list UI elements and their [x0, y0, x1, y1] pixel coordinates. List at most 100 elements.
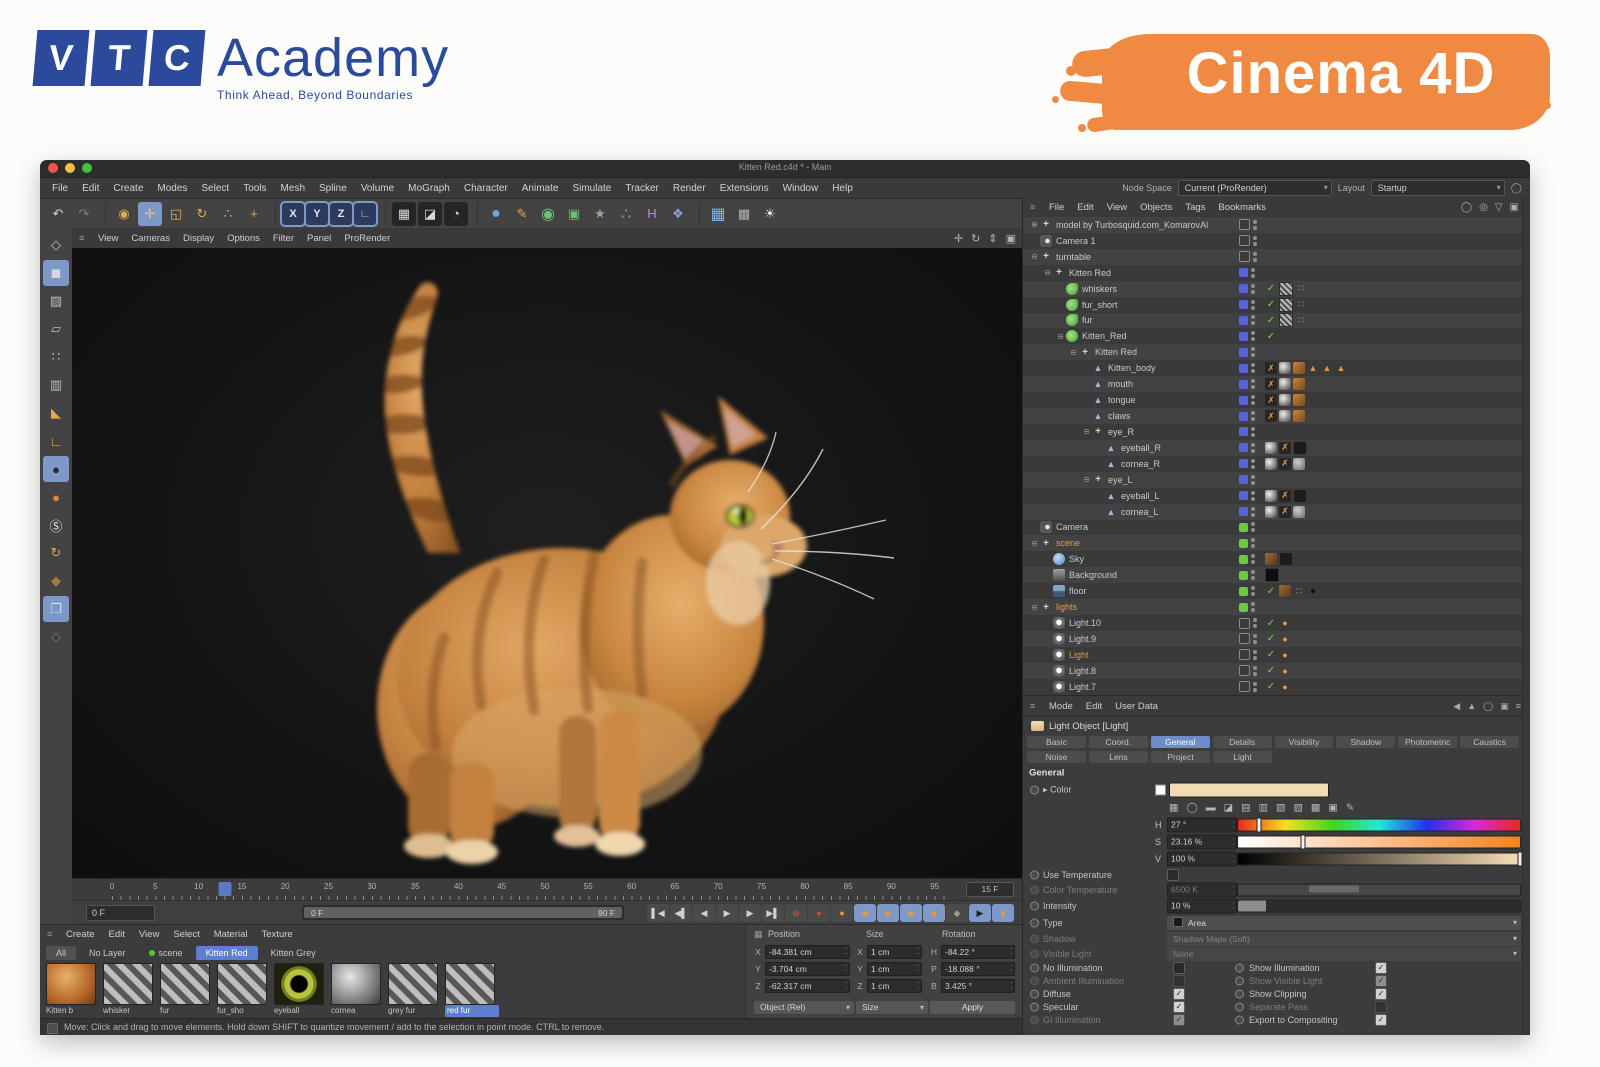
rotate-tool[interactable]: ↻ — [190, 202, 214, 226]
material-thumbnail[interactable] — [217, 963, 267, 1005]
solo-off-button[interactable]: ▶ — [969, 904, 991, 922]
object-row-tongue[interactable]: ▲tongue✗ — [1023, 392, 1530, 408]
visibility-dots[interactable] — [1251, 331, 1255, 341]
object-row-camera-1[interactable]: Camera 1 — [1023, 233, 1530, 249]
make-editable-button[interactable]: ◇ — [43, 232, 69, 258]
visibility-dots[interactable] — [1251, 602, 1255, 612]
record-off-button[interactable]: ⊘ — [785, 904, 807, 922]
layer-color-chip[interactable] — [1239, 380, 1248, 389]
layer-color-chip[interactable] — [1239, 284, 1248, 293]
spectrum-icon[interactable]: ▬ — [1206, 802, 1216, 813]
expand-toggle[interactable]: ⊖ — [1081, 427, 1092, 436]
coordinate-system-toggle[interactable]: ∟ — [354, 203, 376, 225]
menu-render[interactable]: Render — [673, 183, 706, 194]
render-visibility-dot[interactable] — [1251, 497, 1255, 501]
object-row-claws[interactable]: ▲claws✗ — [1023, 408, 1530, 424]
object-row-camera[interactable]: Camera — [1023, 520, 1530, 536]
menu-simulate[interactable]: Simulate — [572, 183, 611, 194]
menu-extensions[interactable]: Extensions — [720, 183, 769, 194]
object-row-cornea-l[interactable]: ▲cornea_L✗ — [1023, 504, 1530, 520]
check-tag[interactable]: ✓ — [1265, 633, 1277, 645]
editor-visibility-dot[interactable] — [1251, 570, 1255, 574]
visibility-dots[interactable] — [1251, 475, 1255, 485]
object-row-kitten-red[interactable]: ⊖+Kitten Red — [1023, 344, 1530, 360]
use-temperature-checkbox[interactable] — [1167, 869, 1179, 881]
menu-help[interactable]: Help — [832, 183, 853, 194]
editor-visibility-dot[interactable] — [1253, 650, 1257, 654]
material-eyeball[interactable]: eyeball — [274, 963, 326, 1017]
v-field[interactable]: 100 % — [1167, 851, 1237, 866]
render-picture-viewer-button[interactable]: ◪ — [418, 202, 442, 226]
object-row-scene[interactable]: ⊖+scene — [1023, 535, 1530, 551]
odot-tag[interactable]: ● — [1279, 649, 1291, 661]
material-thumbnail[interactable] — [445, 963, 495, 1005]
menu-edit[interactable]: Edit — [82, 183, 99, 194]
editor-visibility-dot[interactable] — [1253, 666, 1257, 670]
render-visibility-dot[interactable] — [1251, 353, 1255, 357]
odot-tag[interactable]: ● — [1279, 633, 1291, 645]
expand-toggle[interactable]: ⊕ — [1029, 220, 1040, 229]
hatch-tag[interactable] — [1279, 282, 1293, 296]
size-z-field[interactable]: 1 cm — [867, 979, 922, 993]
snap-toggle[interactable]: Ⓢ — [43, 512, 69, 538]
layer-color-chip[interactable] — [1239, 665, 1250, 676]
weight-tag[interactable]: ✗ — [1279, 490, 1291, 502]
texb-tag[interactable] — [1279, 585, 1291, 597]
ambient-illumination-checkbox[interactable] — [1173, 975, 1185, 987]
object-row-eye-l[interactable]: ⊖+eye_L — [1023, 472, 1530, 488]
render-visibility-dot[interactable] — [1251, 369, 1255, 373]
weight-tag[interactable]: ✗ — [1279, 506, 1291, 518]
editor-visibility-dot[interactable] — [1251, 507, 1255, 511]
show-visible-light-checkbox[interactable]: ✓ — [1375, 975, 1387, 987]
visibility-dots[interactable] — [1251, 443, 1255, 453]
om-menu-tags[interactable]: Tags — [1185, 202, 1205, 213]
layer-color-chip[interactable] — [1239, 649, 1250, 660]
dark-tag[interactable] — [1293, 441, 1307, 455]
size-y-field[interactable]: 1 cm — [867, 962, 922, 976]
separate-pass-checkbox[interactable] — [1375, 1001, 1387, 1013]
material-grey-fur[interactable]: grey fur — [388, 963, 440, 1017]
om-menu-view[interactable]: View — [1107, 202, 1127, 213]
bdot-tag[interactable]: ● — [1307, 585, 1319, 597]
h-field[interactable]: 27 ° — [1167, 817, 1237, 832]
solo-button[interactable]: ▮ — [992, 904, 1014, 922]
render-visibility-dot[interactable] — [1251, 290, 1255, 294]
odot-tag[interactable]: ● — [1279, 665, 1291, 677]
tab-light[interactable]: Light — [1213, 751, 1272, 763]
texture-mode-button[interactable]: ▨ — [43, 288, 69, 314]
visibility-dots[interactable] — [1253, 682, 1257, 692]
node-space-select[interactable]: Current (ProRender) — [1178, 180, 1332, 196]
render-visibility-dot[interactable] — [1251, 274, 1255, 278]
check-tag[interactable]: ✓ — [1265, 314, 1277, 326]
object-row-light-9[interactable]: Light.9✓● — [1023, 631, 1530, 647]
orbit-icon[interactable]: ↻ — [971, 232, 980, 245]
material-whisker[interactable]: whisker — [103, 963, 155, 1017]
viewport-menu-prorender[interactable]: ProRender — [344, 233, 390, 244]
layer-color-chip[interactable] — [1239, 412, 1248, 421]
render-visibility-dot[interactable] — [1251, 337, 1255, 341]
move-tool[interactable]: ✛ — [138, 202, 162, 226]
material-thumbnail[interactable] — [160, 963, 210, 1005]
tab-visibility[interactable]: Visibility — [1275, 736, 1334, 748]
visible-light-select[interactable]: None — [1167, 947, 1521, 961]
apply-button[interactable]: Apply — [930, 1001, 1015, 1014]
dark-tag[interactable] — [1293, 489, 1307, 503]
phong-tag[interactable] — [1265, 490, 1277, 502]
spline-menu[interactable]: ✎ — [510, 202, 534, 226]
expand-toggle[interactable]: ⊖ — [1029, 539, 1040, 548]
viewport-menu-panel[interactable]: Panel — [307, 233, 331, 244]
filter-circle-icon[interactable]: ◎ — [1479, 202, 1488, 213]
orange-tag[interactable]: ∷ — [1293, 585, 1305, 597]
editor-visibility-dot[interactable] — [1251, 538, 1255, 542]
material-cornea[interactable]: cornea — [331, 963, 383, 1017]
visibility-dots[interactable] — [1251, 554, 1255, 564]
shadow-select[interactable]: Shadow Maps (Soft) — [1167, 932, 1521, 946]
show-illumination-checkbox[interactable]: ✓ — [1375, 962, 1387, 974]
autokey-parameter-button[interactable]: ◆ — [923, 904, 945, 922]
render-visibility-dot[interactable] — [1251, 465, 1255, 469]
render-visibility-dot[interactable] — [1251, 528, 1255, 532]
live-selection-tool[interactable]: ◉ — [112, 202, 136, 226]
tab-caustics[interactable]: Caustics — [1460, 736, 1519, 748]
eyedropper-icon[interactable]: ✎ — [1346, 802, 1354, 813]
attr-menu-user-data[interactable]: User Data — [1115, 701, 1158, 712]
